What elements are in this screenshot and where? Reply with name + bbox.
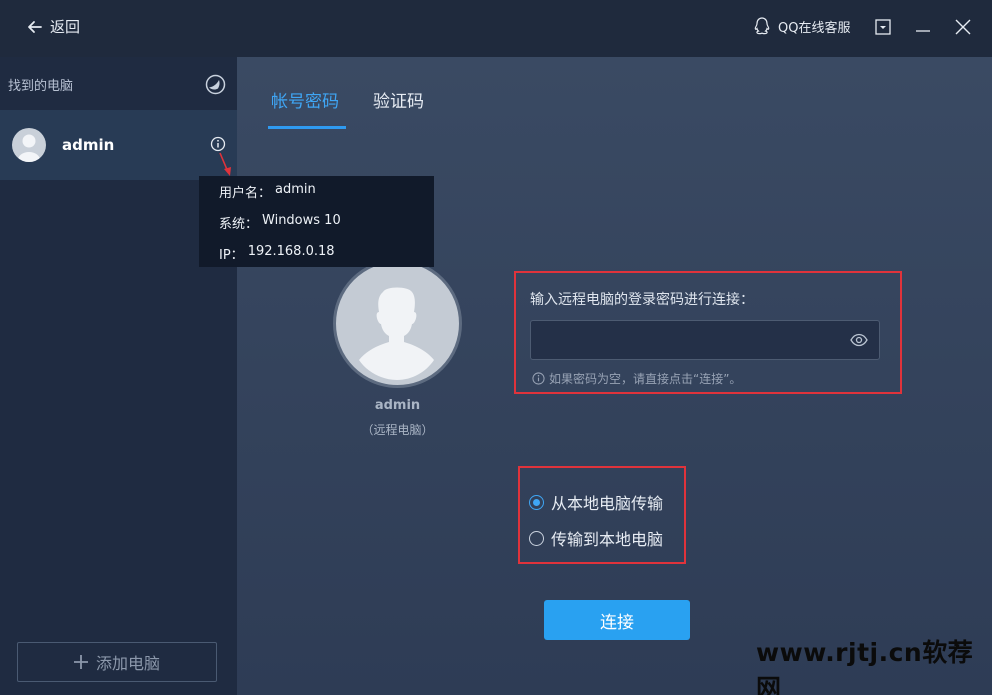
arrow-left-icon (28, 20, 42, 33)
computer-name: admin (62, 136, 115, 154)
sidebar: 找到的电脑 admin 添加电脑 (0, 57, 237, 695)
remote-computer-subtitle: （远程电脑） (361, 423, 434, 437)
remote-computer-name: admin (374, 398, 421, 413)
radio-unchecked-icon (529, 530, 544, 546)
close-button[interactable] (952, 16, 974, 38)
connect-button[interactable]: 连接 (544, 600, 690, 640)
add-computer-button[interactable]: 添加电脑 (17, 642, 217, 682)
qq-service-button[interactable]: QQ在线客服 (752, 16, 850, 36)
eye-icon[interactable] (850, 332, 868, 348)
sidebar-title: 找到的电脑 (8, 79, 74, 94)
qq-service-label: QQ在线客服 (778, 20, 851, 36)
annotation-arrow-icon (219, 152, 231, 176)
tooltip-ip-label: IP： (219, 248, 244, 263)
back-button[interactable]: 返回 (26, 16, 80, 37)
minimize-icon (916, 30, 930, 32)
radio-checked-icon (529, 494, 544, 510)
dropdown-box-icon (875, 19, 891, 35)
remote-avatar (333, 259, 462, 388)
radio-to-local[interactable]: 传输到本地电脑 (529, 526, 663, 550)
dropdown-menu-button[interactable] (872, 16, 894, 38)
radio-to-local-label: 传输到本地电脑 (551, 530, 664, 549)
tab-account-password[interactable]: 帐号密码 (271, 87, 339, 112)
minimize-button[interactable] (912, 16, 934, 38)
main-panel: 帐号密码 验证码 admin （远程电脑） 输入远程电脑的登录密码进行连接： 如… (237, 57, 992, 695)
back-label: 返回 (50, 18, 81, 36)
tab-bar: 帐号密码 验证码 (237, 57, 992, 129)
password-section: 输入远程电脑的登录密码进行连接： 如果密码为空，请直接点击“连接”。 (514, 271, 902, 394)
sidebar-header: 找到的电脑 (0, 57, 237, 109)
qq-icon (754, 17, 770, 35)
radio-from-local-label: 从本地电脑传输 (551, 494, 664, 513)
info-icon (532, 372, 545, 385)
password-hint: 如果密码为空，请直接点击“连接”。 (532, 370, 741, 387)
computer-list-item[interactable]: admin (0, 110, 237, 180)
transfer-direction-section: 从本地电脑传输 传输到本地电脑 (518, 466, 686, 564)
tooltip-username-row: 用户名： admin (219, 182, 316, 201)
tooltip-system-label: 系统： (219, 217, 259, 232)
tooltip-username-label: 用户名： (219, 186, 272, 201)
add-computer-label: 添加电脑 (95, 654, 160, 673)
watermark-text: www.rjtj.cn软荐网 (756, 638, 974, 695)
info-icon[interactable] (210, 136, 226, 152)
password-hint-text: 如果密码为空，请直接点击“连接”。 (549, 372, 742, 386)
avatar (12, 128, 46, 162)
tooltip-system-value: Windows 10 (262, 213, 341, 228)
plus-icon (73, 655, 88, 669)
tooltip-ip-value: 192.168.0.18 (247, 244, 335, 259)
refresh-icon[interactable] (205, 74, 226, 95)
title-bar: 返回 QQ在线客服 (0, 0, 992, 57)
tooltip-username-value: admin (275, 182, 316, 197)
tooltip-ip-row: IP： 192.168.0.18 (219, 244, 335, 263)
tooltip-system-row: 系统： Windows 10 (219, 213, 341, 232)
computer-info-tooltip: 用户名： admin 系统： Windows 10 IP： 192.168.0.… (199, 176, 434, 267)
active-tab-indicator (268, 126, 346, 129)
tab-verification-code[interactable]: 验证码 (373, 87, 424, 112)
radio-from-local[interactable]: 从本地电脑传输 (529, 490, 663, 514)
password-label: 输入远程电脑的登录密码进行连接： (530, 292, 754, 308)
user-silhouette-icon (17, 134, 41, 162)
password-input[interactable] (530, 320, 880, 360)
close-icon (955, 19, 971, 35)
user-silhouette-icon (359, 287, 434, 380)
